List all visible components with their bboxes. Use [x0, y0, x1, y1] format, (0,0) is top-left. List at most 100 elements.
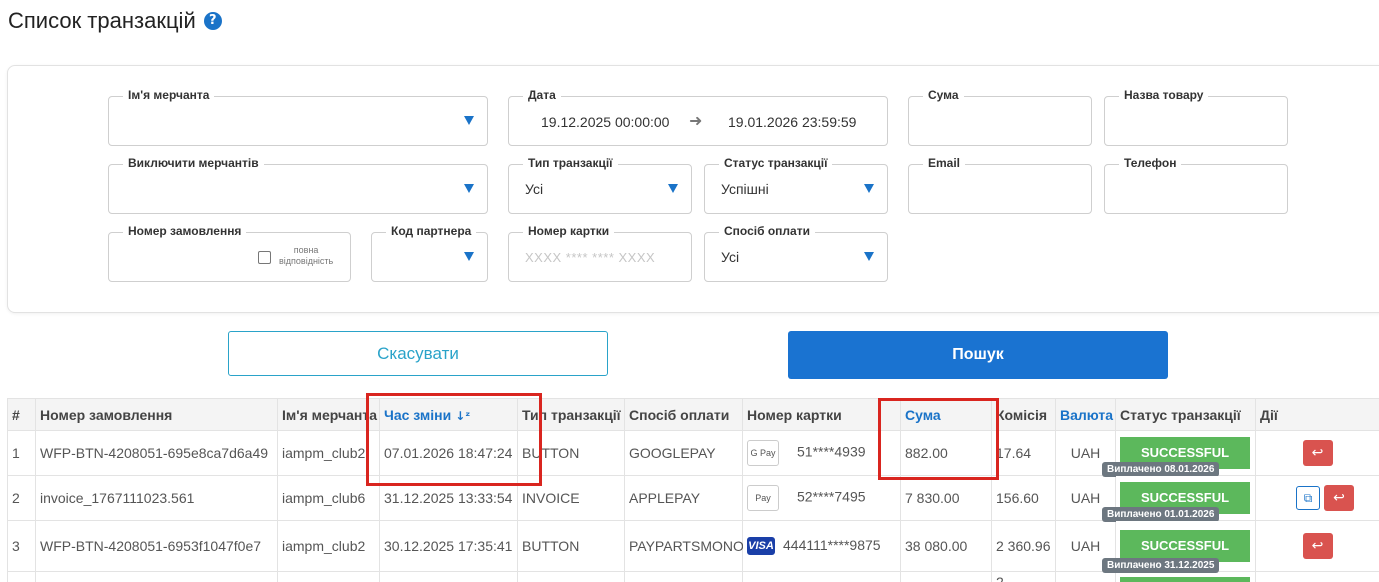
amount-cell: 882.00 — [900, 430, 992, 476]
col-header-merchant: Ім'я мерчанта — [277, 398, 380, 431]
phone-label: Телефон — [1119, 156, 1182, 170]
col-header-num: # — [7, 398, 36, 431]
table-header-row: # Номер замовлення Ім'я мерчанта Час змі… — [7, 398, 1379, 431]
actions-cell: ↩ — [1255, 520, 1379, 572]
card-number: 52****7495 — [797, 488, 866, 505]
card-number: 51****4939 — [797, 443, 866, 460]
fee-cell: 2 — [991, 571, 1056, 582]
date-from-value[interactable]: 19.12.2025 00:00:00 — [541, 114, 669, 130]
merchant-cell: iampm_club2 — [277, 430, 380, 476]
card-cell: G Pay 51****4939 — [742, 430, 901, 476]
table-row: 2 — [7, 571, 1379, 582]
status-cell: SUCCESSFUL Виплачено 01.01.2026 — [1102, 475, 1256, 522]
changed-at-cell: 30.12.2025 17:35:41 — [379, 520, 518, 572]
page-title-text: Список транзакцій — [8, 8, 196, 33]
card-number-placeholder: XXXX **** **** XXXX — [525, 250, 656, 265]
col-header-status: Статус транзакції — [1115, 398, 1256, 431]
order-link[interactable]: invoice_1767111023.561 — [35, 475, 278, 521]
fee-cell: 17.64 — [991, 430, 1056, 476]
status-cell — [1115, 571, 1256, 582]
email-field[interactable]: Email — [908, 156, 1092, 214]
product-name-field[interactable]: Назва товару — [1104, 88, 1288, 146]
exact-match-label-line2: відповідність — [279, 256, 334, 266]
page-title: Список транзакцій ? — [8, 8, 222, 34]
copy-icon[interactable]: ⧉ — [1296, 486, 1320, 510]
col-header-changed-at-label: Час зміни — [384, 406, 452, 423]
amount-field[interactable]: Сума — [908, 88, 1092, 146]
status-badge — [1120, 576, 1250, 582]
col-header-currency[interactable]: Валюта — [1055, 398, 1116, 431]
email-label: Email — [923, 156, 966, 170]
payment-method-value: Усі — [721, 249, 740, 265]
status-cell: SUCCESSFUL Виплачено 31.12.2025 — [1102, 520, 1256, 573]
product-name-label: Назва товару — [1119, 88, 1209, 102]
order-cell — [35, 571, 278, 582]
transaction-type-select[interactable]: Тип транзакції Усі — [508, 156, 692, 214]
type-cell: INVOICE — [517, 475, 625, 521]
cancel-button[interactable]: Скасувати — [228, 331, 608, 376]
transaction-status-value: Успішні — [721, 181, 769, 197]
card-cell: VISA 444111****9875 — [742, 520, 901, 572]
refund-button[interactable]: ↩ — [1302, 533, 1333, 559]
refund-button[interactable]: ↩ — [1302, 440, 1333, 466]
caret-down-icon — [464, 252, 474, 261]
payment-method-select[interactable]: Спосіб оплати Усі — [704, 224, 888, 282]
partner-code-label: Код партнера — [386, 224, 477, 238]
visa-icon: VISA — [747, 537, 775, 556]
transactions-table: # Номер замовлення Ім'я мерчанта Час змі… — [7, 398, 1379, 582]
col-header-changed-at[interactable]: Час зміни ↓ᶻ — [379, 398, 518, 431]
payout-label: Виплачено 31.12.2025 — [1102, 558, 1220, 573]
col-header-card: Номер картки — [742, 398, 901, 431]
row-num: 3 — [7, 520, 36, 572]
card-number-label: Номер картки — [523, 224, 615, 238]
date-to-value[interactable]: 19.01.2026 23:59:59 — [728, 114, 856, 130]
merchant-name-select[interactable]: Ім'я мерчанта — [108, 88, 488, 146]
row-num — [7, 571, 36, 582]
col-header-actions: Дії — [1255, 398, 1379, 431]
table-row: 3 WFP-BTN-4208051-6953f1047f0e7 iampm_cl… — [7, 520, 1379, 573]
filter-panel: Ім'я мерчанта Дата 19.12.2025 00:00:00 ➜… — [7, 65, 1379, 313]
card-number: 444111****9875 — [783, 536, 881, 553]
method-cell: PAYPARTSMONO — [624, 520, 744, 572]
col-header-order: Номер замовлення — [35, 398, 278, 431]
col-header-fee: Комісія — [991, 398, 1056, 431]
date-label: Дата — [523, 88, 561, 102]
transaction-type-value: Усі — [525, 181, 544, 197]
fee-cell: 2 360.96 — [991, 520, 1056, 572]
table-row: 2 invoice_1767111023.561 iampm_club6 31.… — [7, 475, 1379, 522]
search-button[interactable]: Пошук — [788, 331, 1168, 379]
order-number-label: Номер замовлення — [123, 224, 247, 238]
col-header-type: Тип транзакції — [517, 398, 625, 431]
amount-cell: 7 830.00 — [900, 475, 992, 521]
merchant-cell: iampm_club2 — [277, 520, 380, 572]
merchant-cell — [277, 571, 380, 582]
actions-cell: ↩ — [1255, 430, 1379, 476]
row-num: 2 — [7, 475, 36, 521]
row-num: 1 — [7, 430, 36, 476]
phone-field[interactable]: Телефон — [1104, 156, 1288, 214]
card-number-field[interactable]: Номер картки XXXX **** **** XXXX — [508, 224, 692, 282]
type-cell — [517, 571, 625, 582]
col-header-amount[interactable]: Сума — [900, 398, 992, 431]
partner-code-select[interactable]: Код партнера — [371, 224, 488, 282]
order-link[interactable]: WFP-BTN-4208051-6953f1047f0e7 — [35, 520, 278, 572]
refund-button[interactable]: ↩ — [1324, 485, 1354, 511]
exact-match-checkbox[interactable] — [258, 251, 271, 264]
changed-at-cell — [379, 571, 518, 582]
sort-descending-icon[interactable]: ↓ᶻ — [455, 409, 470, 423]
merchant-name-label: Ім'я мерчанта — [123, 88, 215, 102]
amount-label: Сума — [923, 88, 964, 102]
method-cell: GOOGLEPAY — [624, 430, 743, 476]
help-circle-icon[interactable]: ? — [203, 12, 222, 30]
order-link[interactable]: WFP-BTN-4208051-695e8ca7d6a49 — [35, 430, 278, 476]
exclude-merchants-select[interactable]: Виключити мерчантів — [108, 156, 488, 214]
caret-down-icon — [864, 184, 874, 193]
arrow-right-icon: ➜ — [689, 111, 703, 130]
order-number-field[interactable]: Номер замовлення повна відповідність — [108, 224, 351, 282]
caret-down-icon — [864, 252, 874, 261]
transaction-status-select[interactable]: Статус транзакції Успішні — [704, 156, 888, 214]
method-cell — [624, 571, 743, 582]
date-range-picker[interactable]: Дата 19.12.2025 00:00:00 ➜ 19.01.2026 23… — [508, 88, 888, 146]
card-cell — [742, 571, 901, 582]
type-cell: BUTTON — [517, 520, 625, 572]
